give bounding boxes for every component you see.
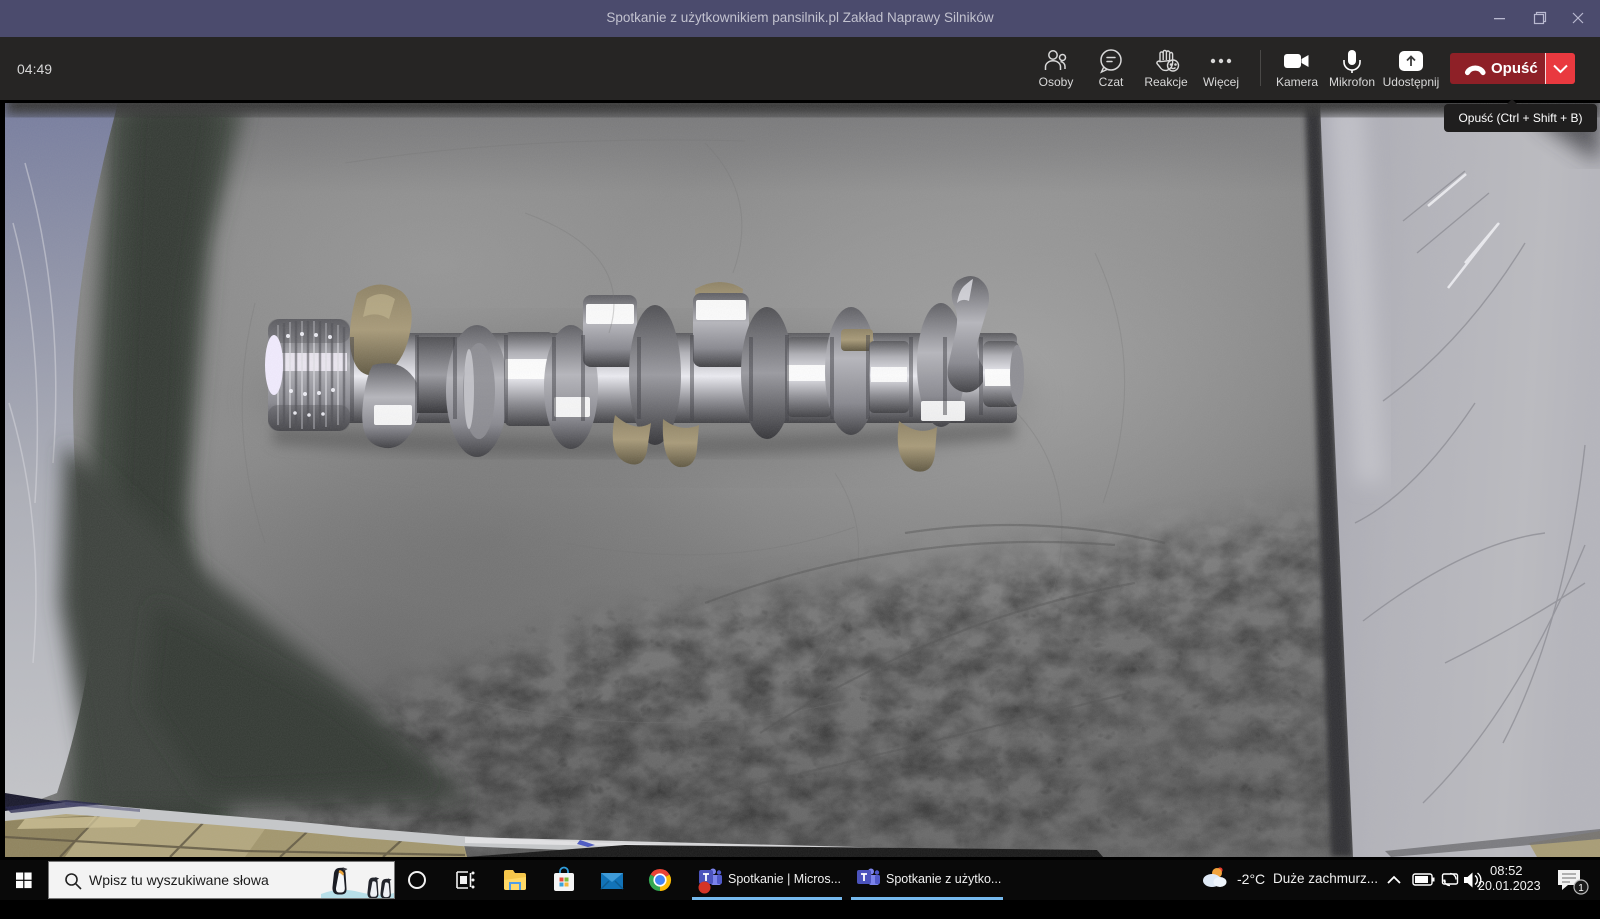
svg-text:1: 1 [1578,883,1584,894]
